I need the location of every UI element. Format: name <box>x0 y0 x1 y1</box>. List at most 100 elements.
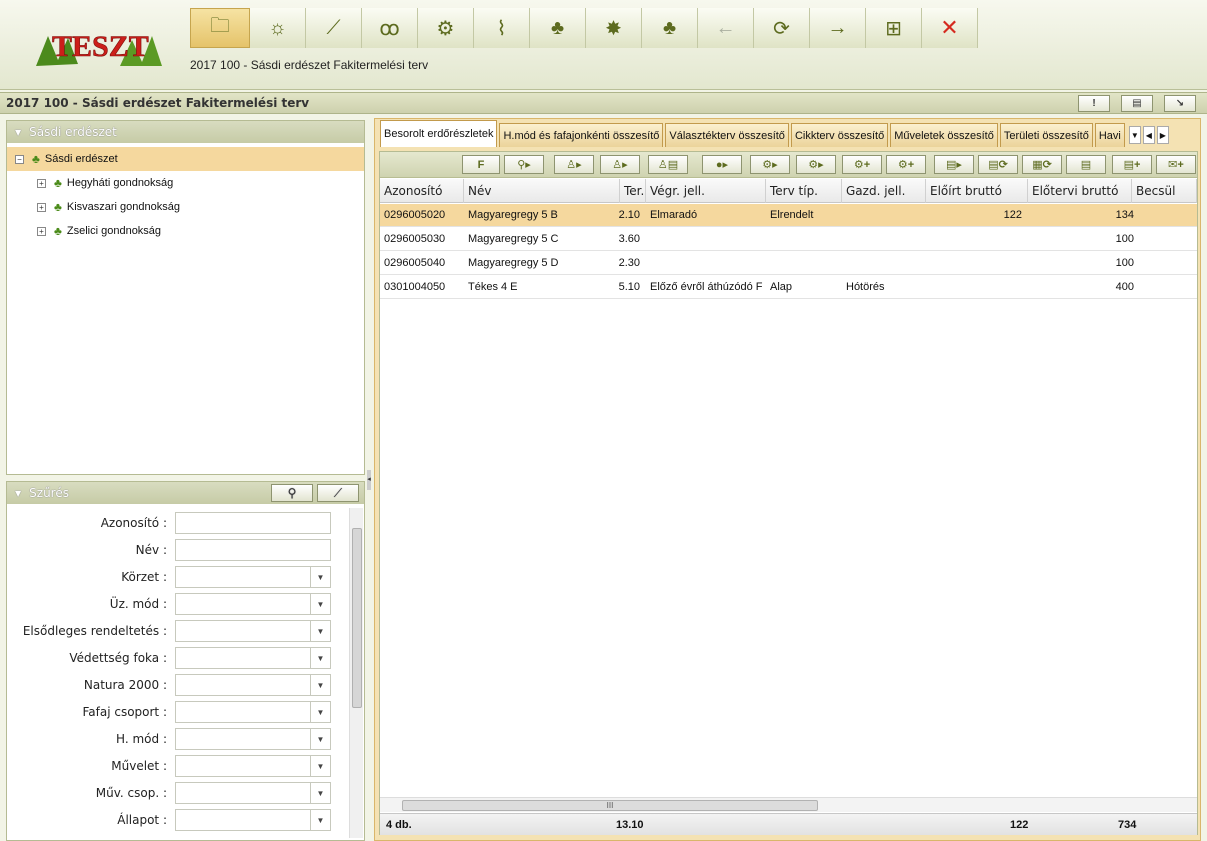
paperclip-button[interactable]: ⌇ <box>474 8 530 48</box>
splitter-handle[interactable]: ◂ <box>367 470 371 490</box>
grid-tool-button[interactable]: F <box>462 155 500 174</box>
grid-tool-button[interactable]: ⚙+ <box>842 155 882 174</box>
filter-select[interactable]: ▼ <box>175 566 331 588</box>
filter-select[interactable]: ▼ <box>175 782 331 804</box>
filter-input[interactable] <box>175 539 331 561</box>
grid-tool-button[interactable]: ♙▸ <box>554 155 594 174</box>
grid-tool-button[interactable]: ♙▸ <box>600 155 640 174</box>
clear-filter-button[interactable]: ⟋ <box>317 484 359 502</box>
grid-button[interactable]: ⊞ <box>866 8 922 48</box>
arrow-right-button[interactable]: → <box>810 8 866 48</box>
chevron-down-icon[interactable]: ▼ <box>310 621 330 641</box>
chevron-down-icon[interactable]: ▼ <box>310 756 330 776</box>
grid-tool-button[interactable]: ▤⟳ <box>978 155 1018 174</box>
list-view-button[interactable]: ▤ <box>1121 95 1153 112</box>
cell-gazd: Hótörés <box>846 281 885 293</box>
close-button[interactable]: ✕ <box>922 8 978 48</box>
arrow-left-button[interactable]: ← <box>698 8 754 48</box>
column-header[interactable]: Terv típ. <box>766 179 842 203</box>
tab-3[interactable]: Cikkterv összesítő <box>790 123 889 147</box>
scroll-thumb[interactable]: III <box>402 800 818 811</box>
lightbulb-button[interactable]: ☼ <box>250 8 306 48</box>
filter-select[interactable]: ▼ <box>175 620 331 642</box>
tab-menu-icon[interactable]: ▼ <box>1128 126 1141 144</box>
expand-icon[interactable]: + <box>37 178 46 188</box>
tab-next-icon[interactable]: ▶ <box>1156 126 1169 144</box>
grid-tool-button[interactable]: ✉+ <box>1156 155 1196 174</box>
filter-select[interactable]: ▼ <box>175 701 331 723</box>
filter-select[interactable]: ▼ <box>175 593 331 615</box>
line-chart-button[interactable]: ⟋ <box>306 8 362 48</box>
filter-select[interactable]: ▼ <box>175 755 331 777</box>
chevron-down-icon[interactable]: ▼ <box>310 567 330 587</box>
column-header[interactable]: Gazd. jell. <box>842 179 926 203</box>
column-header[interactable]: Előtervi bruttó <box>1028 179 1132 203</box>
table-row[interactable]: 0296005020 Magyaregregy 5 B 2.10 Elmaradó El… <box>380 204 1197 227</box>
gear-button[interactable]: ⚙ <box>418 8 474 48</box>
grid-tool-button[interactable]: ▤▸ <box>934 155 974 174</box>
filter-scrollbar[interactable] <box>349 508 363 838</box>
expand-icon[interactable]: + <box>37 202 46 212</box>
filter-select[interactable]: ▼ <box>175 728 331 750</box>
column-header[interactable]: Ter. <box>620 179 646 203</box>
grid-tool-button[interactable]: ●▸ <box>702 155 742 174</box>
search-button[interactable]: ⚲ <box>271 484 313 502</box>
filter-input[interactable] <box>175 512 331 534</box>
tab-prev-icon[interactable]: ◀ <box>1142 126 1155 144</box>
people-button[interactable]: ꝏ <box>362 8 418 48</box>
tree-node[interactable]: + ♣ Zselici gondnokság <box>7 219 364 243</box>
grid-tool-icon: ▤+ <box>1123 159 1141 171</box>
tree-node[interactable]: + ♣ Kisvaszari gondnokság <box>7 195 364 219</box>
chevron-down-icon[interactable]: ▼ <box>310 783 330 803</box>
column-header[interactable]: Azonosító <box>380 179 464 203</box>
filter-select[interactable]: ▼ <box>175 674 331 696</box>
grid-horizontal-scrollbar[interactable]: III <box>380 797 1197 812</box>
tab-6[interactable]: Havi <box>1094 123 1125 147</box>
filter-select[interactable]: ▼ <box>175 809 331 831</box>
filter-label: Művelet : <box>111 759 167 773</box>
grid-tool-button[interactable]: ♙▤ <box>648 155 688 174</box>
tab-2[interactable]: Választékterv összesítő <box>665 123 789 147</box>
filter-select[interactable]: ▼ <box>175 647 331 669</box>
collapse-tree-icon[interactable]: − <box>15 154 24 164</box>
column-header[interactable]: Végr. jell. <box>646 179 766 203</box>
grid-tool-button[interactable]: ▦⟳ <box>1022 155 1062 174</box>
grid-tool-icon: ✉+ <box>1168 159 1184 171</box>
panel-splitter[interactable]: ◂ <box>366 120 372 841</box>
grid-tool-button[interactable]: ▤+ <box>1112 155 1152 174</box>
map-button[interactable]: ✸ <box>586 8 642 48</box>
tree-panel-header[interactable]: ▼ Sásdi erdészet <box>7 121 364 143</box>
filter-panel-header[interactable]: ▼ Szűrés ⚲ ⟋ <box>7 482 364 504</box>
table-row[interactable]: 0296005030 Magyaregregy 5 C 3.60 100 <box>380 228 1197 251</box>
folder-trees-button[interactable]: ♣ <box>642 8 698 48</box>
column-header[interactable]: Név <box>464 179 620 203</box>
refresh-button[interactable]: ⟳ <box>754 8 810 48</box>
export-button[interactable]: ↘ <box>1164 95 1196 112</box>
grid-tool-button[interactable]: ⚙▸ <box>796 155 836 174</box>
chevron-down-icon[interactable]: ▼ <box>310 702 330 722</box>
chevron-down-icon[interactable]: ▼ <box>310 729 330 749</box>
scroll-thumb[interactable] <box>352 528 362 708</box>
grid-tool-button[interactable]: ⚙▸ <box>750 155 790 174</box>
table-row[interactable]: 0301004050 Tékes 4 E 5.10 Előző évről áthúz… <box>380 276 1197 299</box>
tree-node[interactable]: + ♣ Hegyháti gondnokság <box>7 171 364 195</box>
alert-button[interactable]: ! <box>1078 95 1110 112</box>
column-header[interactable]: Előírt bruttó <box>926 179 1028 203</box>
tab-0[interactable]: Besorolt erdőrészletek <box>380 120 498 147</box>
chevron-down-icon[interactable]: ▼ <box>310 675 330 695</box>
expand-icon[interactable]: + <box>37 226 46 236</box>
tab-5[interactable]: Területi összesítő <box>999 123 1093 147</box>
tab-1[interactable]: H.mód és fafajonkénti összesítő <box>499 123 664 147</box>
tree-node[interactable]: − ♣ Sásdi erdészet <box>7 147 364 171</box>
column-header[interactable]: Becsül <box>1132 179 1197 203</box>
trees-button[interactable]: ♣ <box>530 8 586 48</box>
table-row[interactable]: 0296005040 Magyaregregy 5 D 2.30 100 <box>380 252 1197 275</box>
grid-tool-button[interactable]: ⚲▸ <box>504 155 544 174</box>
grid-tool-button[interactable]: ▤ <box>1066 155 1106 174</box>
chevron-down-icon[interactable]: ▼ <box>310 810 330 830</box>
tab-4[interactable]: Műveletek összesítő <box>890 123 998 147</box>
chevron-down-icon[interactable]: ▼ <box>310 648 330 668</box>
grid-tool-button[interactable]: ⚙+ <box>886 155 926 174</box>
folder-forest-button[interactable]: 🗀 <box>190 8 250 48</box>
chevron-down-icon[interactable]: ▼ <box>310 594 330 614</box>
